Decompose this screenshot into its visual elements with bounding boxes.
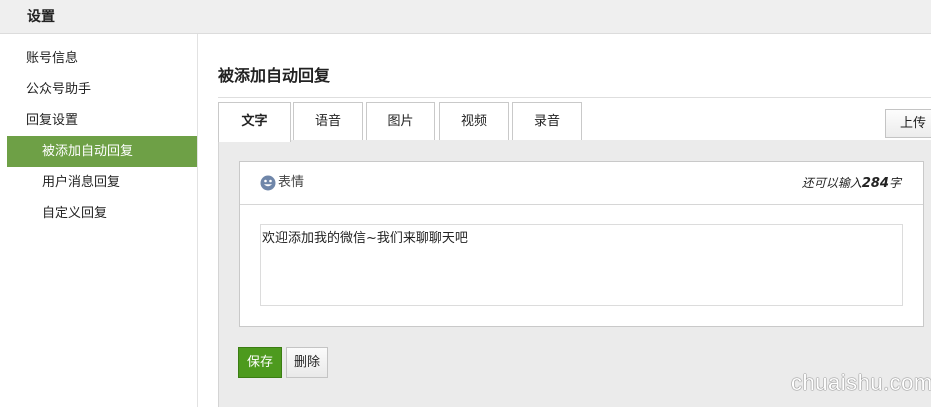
tab-text[interactable]: 文字	[218, 102, 291, 142]
sidebar-item-account-info[interactable]: 账号信息	[0, 43, 197, 74]
sidebar-item-reply-settings[interactable]: 回复设置	[0, 105, 197, 136]
tab-image[interactable]: 图片	[366, 102, 435, 140]
editor-toolbar: 表情 还可以输入284字	[240, 162, 923, 205]
save-button[interactable]: 保存	[238, 347, 282, 378]
top-bar: 设置	[0, 0, 931, 34]
sidebar-item-assistant[interactable]: 公众号助手	[0, 74, 197, 105]
tab-recording[interactable]: 录音	[512, 102, 582, 140]
sidebar: 账号信息 公众号助手 回复设置 被添加自动回复 用户消息回复 自定义回复	[0, 34, 198, 407]
watermark: chuaishu.com	[791, 370, 931, 395]
sidebar-item-auto-reply-on-add[interactable]: 被添加自动回复	[7, 136, 197, 167]
title-divider	[218, 97, 931, 98]
reply-editor: 表情 还可以输入284字 欢迎添加我的微信~我们来聊聊天吧	[239, 161, 924, 327]
emoji-button[interactable]: 表情	[260, 173, 304, 193]
reply-text-input[interactable]: 欢迎添加我的微信~我们来聊聊天吧	[260, 224, 903, 306]
tab-voice[interactable]: 语音	[293, 102, 363, 140]
upload-button[interactable]: 上传	[885, 109, 931, 138]
delete-button[interactable]: 删除	[286, 347, 328, 378]
counter-suffix: 字	[888, 176, 901, 190]
emoji-label: 表情	[278, 175, 305, 190]
page-title: 设置	[27, 9, 55, 25]
counter-prefix: 还可以输入	[801, 176, 862, 190]
tab-video[interactable]: 视频	[439, 102, 509, 140]
counter-value: 284	[861, 176, 889, 191]
sidebar-item-custom-reply[interactable]: 自定义回复	[0, 198, 197, 229]
section-title: 被添加自动回复	[218, 66, 331, 85]
sidebar-item-user-message-reply[interactable]: 用户消息回复	[0, 167, 197, 198]
smiley-icon	[260, 175, 276, 190]
char-counter: 还可以输入284字	[802, 174, 901, 191]
